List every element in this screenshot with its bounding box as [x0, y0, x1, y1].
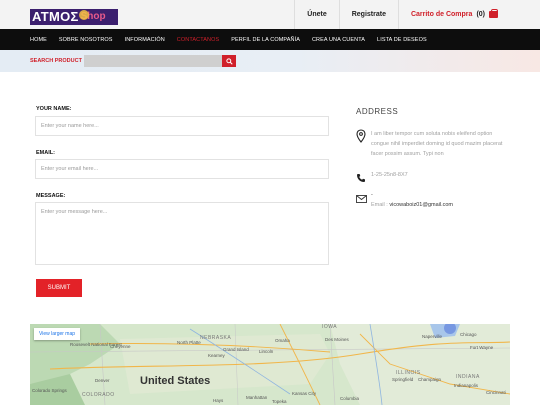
cart-count: (0) [476, 11, 485, 18]
nav-information[interactable]: INFORMACIÓN [125, 37, 165, 43]
login-link[interactable]: Únete [294, 0, 338, 29]
address-location: I am liber tempor cum soluta nobis eleif… [356, 129, 505, 159]
map-label-springfield: Springfield [392, 377, 414, 382]
email-block: - Email : vicowaboiz01@gmail.com [371, 190, 505, 210]
map-state-colorado: COLORADO [82, 392, 115, 398]
register-link[interactable]: Registrate [338, 0, 398, 29]
address-email: - Email : vicowaboiz01@gmail.com [356, 190, 505, 210]
search-bar: SEARCH PRODUCT [0, 50, 540, 72]
map-pin-icon [356, 129, 366, 143]
shopping-bag-icon [489, 9, 498, 18]
map-label-columbia: Columbia [340, 396, 360, 401]
map-label-lincoln: Lincoln [259, 349, 274, 354]
map-label-grand-island: Grand Island [223, 347, 249, 352]
email-value[interactable]: vicowaboiz01@gmail.com [389, 202, 453, 208]
email-field[interactable]: Enter your email here... [35, 159, 329, 179]
message-label: MESSAGE: [36, 193, 66, 199]
contact-page: ATMOΣ Shop Únete Registrate Carrito de C… [0, 0, 540, 405]
map-label-indianapolis: Indianapolis [454, 383, 479, 388]
nav-about[interactable]: SOBRE NOSOTROS [59, 37, 113, 43]
name-field[interactable]: Enter your name here... [35, 116, 329, 136]
map-label-colorado-springs: Colorado Springs [32, 388, 67, 393]
email-line: Email : vicowaboiz01@gmail.com [371, 200, 505, 210]
nav-contact[interactable]: CONTACTANOS [177, 37, 219, 43]
map-state-iowa: IOWA [322, 324, 338, 330]
address-text: I am liber tempor cum soluta nobis eleif… [371, 131, 503, 157]
search-label: SEARCH PRODUCT [30, 58, 82, 64]
map-state-nebraska: NEBRASKA [200, 335, 232, 341]
map-label-topeka: Topeka [272, 399, 287, 404]
address-phone: 1-25-25n8-8X7 [356, 170, 505, 188]
site-logo[interactable]: ATMOΣ Shop [30, 9, 118, 25]
account-links: Únete Registrate Carrito de Compra (0) [294, 0, 510, 29]
main-nav: HOME SOBRE NOSOTROS INFORMACIÓN CONTACTA… [0, 29, 540, 50]
logo-main-text: ATMOΣ [32, 9, 79, 24]
address-title: ADDRESS [356, 107, 399, 116]
cart-link[interactable]: Carrito de Compra (0) [397, 0, 510, 29]
map-country-label: United States [140, 375, 211, 387]
logo-sun-icon [79, 10, 89, 20]
nav-wishlist[interactable]: LISTA DE DESEOS [377, 37, 427, 43]
map-state-indiana: INDIANA [456, 374, 480, 380]
email-label: EMAIL: [36, 150, 55, 156]
nav-create-account[interactable]: CREA UNA CUENTA [312, 37, 365, 43]
map-label-des-moines: Des Moines [325, 337, 349, 342]
cart-label: Carrito de Compra [410, 11, 473, 18]
map-label-champaign: Champaign [418, 377, 442, 382]
map-state-illinois: ILLINOIS [396, 370, 421, 376]
map-label-fort-wayne: Fort Wayne [470, 345, 494, 350]
google-map[interactable]: View larger map United States North Plat… [30, 324, 510, 405]
map-label-chicago: Chicago [460, 332, 477, 337]
nav-home[interactable]: HOME [30, 37, 47, 43]
nav-company-profile[interactable]: PERFIL DE LA COMPAÑÍA [231, 37, 300, 43]
search-input[interactable] [84, 55, 222, 67]
name-label: YOUR NAME: [36, 106, 72, 112]
map-label-north-platte: North Platte [177, 340, 201, 345]
map-label-kearney: Kearney [208, 353, 225, 358]
search-button[interactable] [222, 55, 236, 67]
map-label-manhattan: Manhattan [246, 395, 268, 400]
search-icon [225, 57, 233, 65]
map-label-cincinnati: Cincinnati [486, 390, 506, 395]
email-dash: - [371, 192, 373, 198]
map-label-denver: Denver [95, 378, 110, 383]
mail-icon [356, 195, 367, 203]
map-label-kansas-city: Kansas City [292, 391, 317, 396]
map-label-roosevelt-forest: Roosevelt National Forest [70, 342, 122, 347]
email-label: Email : [371, 202, 388, 208]
map-label-naperville: Naperville [422, 334, 443, 339]
view-larger-map-link[interactable]: View larger map [34, 328, 81, 340]
submit-button[interactable]: SUBMIT [36, 279, 82, 297]
phone-number: 1-25-25n8-8X7 [371, 172, 408, 178]
map-label-omaha: Omaha [275, 338, 290, 343]
message-field[interactable]: Enter your message here... [35, 202, 329, 265]
phone-icon [357, 174, 365, 182]
top-bar: ATMOΣ Shop Únete Registrate Carrito de C… [0, 0, 540, 29]
map-label-hays: Hays [213, 398, 224, 403]
